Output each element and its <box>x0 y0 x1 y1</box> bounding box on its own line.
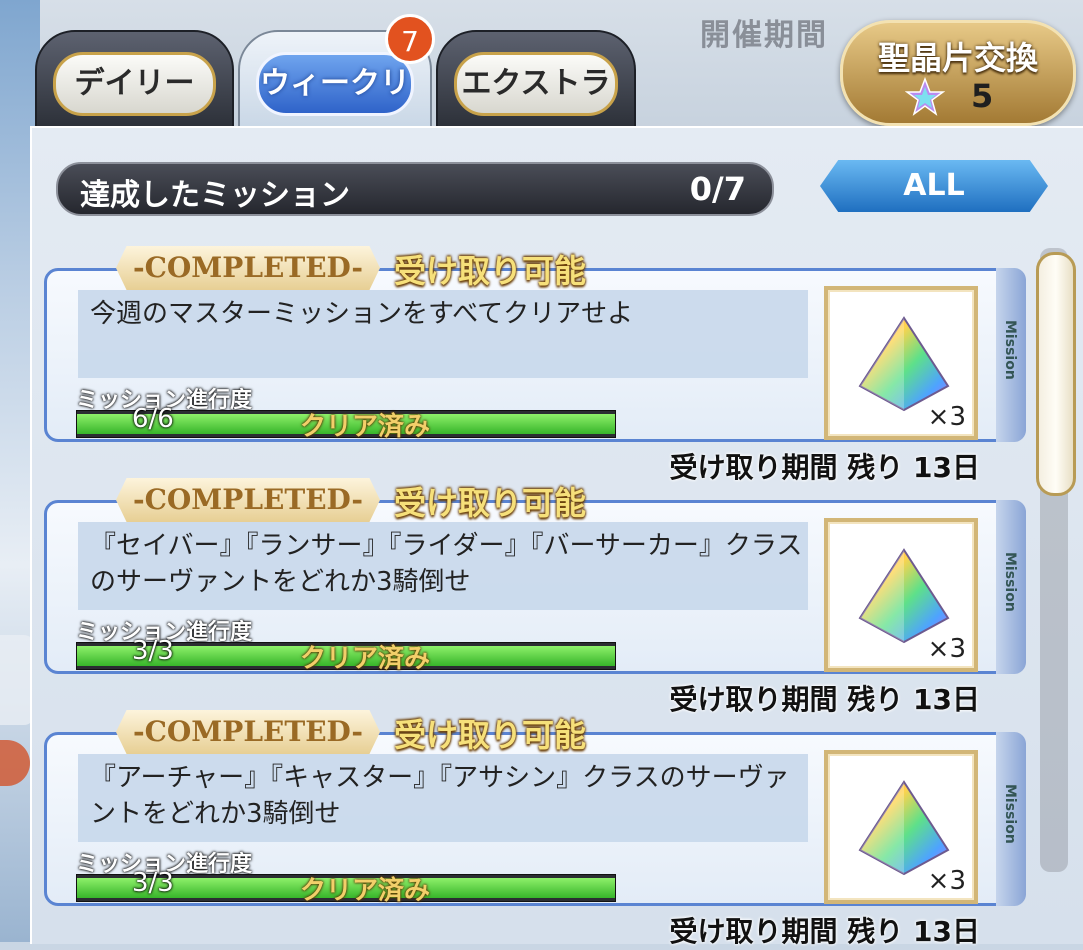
mission-card[interactable]: Mission 『セイバー』『ランサー』『ライダー』『バーサーカー』クラスのサー… <box>44 478 1026 716</box>
reward-item[interactable]: ×3 <box>824 750 978 904</box>
mission-description: 『アーチャー』『キャスター』『アサシン』クラスのサーヴァントをどれか3騎倒せ <box>90 763 790 829</box>
event-period-text: 開催期間 <box>700 18 828 53</box>
mission-description: 今週のマスターミッションをすべてクリアせよ <box>90 299 634 329</box>
reward-item[interactable]: ×3 <box>824 518 978 672</box>
tab-extra-label: エクストラ <box>454 52 618 116</box>
achieved-missions-bar: 達成したミッション 0/7 <box>56 162 774 216</box>
completed-banner: -COMPLETED- <box>116 710 380 754</box>
saint-quartz-icon <box>858 780 950 876</box>
mission-stripe-label: Mission <box>1002 784 1018 844</box>
progress-count: 6/6 <box>132 404 174 434</box>
filter-all-button[interactable]: ALL <box>820 160 1048 212</box>
weekly-count-badge: 7 <box>385 14 435 64</box>
progress-count: 3/3 <box>132 868 174 898</box>
achieved-label: 達成したミッション <box>80 178 350 213</box>
mission-card[interactable]: Mission 今週のマスターミッションをすべてクリアせよ -COMPLETED… <box>44 246 1026 484</box>
reward-quantity: ×3 <box>927 402 966 432</box>
saint-quartz-icon <box>858 548 950 644</box>
reward-quantity: ×3 <box>927 634 966 664</box>
saint-quartz-fragment-exchange-button[interactable]: 聖晶片交換 5 <box>840 20 1076 126</box>
mission-description: 『セイバー』『ランサー』『ライダー』『バーサーカー』クラスのサーヴァントをどれか… <box>90 531 803 597</box>
exchange-title: 聖晶片交換 <box>877 39 1038 77</box>
mission-card[interactable]: Mission 『アーチャー』『キャスター』『アサシン』クラスのサーヴァントをど… <box>44 710 1026 948</box>
progress-count: 3/3 <box>132 636 174 666</box>
saint-quartz-icon <box>858 316 950 412</box>
completed-banner: -COMPLETED- <box>116 246 380 290</box>
progress-status: クリア済み <box>300 876 431 906</box>
tab-extra[interactable]: エクストラ <box>436 30 636 130</box>
quartz-fragment-icon <box>905 77 945 116</box>
reward-quantity: ×3 <box>927 866 966 896</box>
reward-item[interactable]: ×3 <box>824 286 978 440</box>
tab-weekly-label: ウィークリー <box>256 52 414 159</box>
progress-status: クリア済み <box>300 644 431 674</box>
achieved-count: 0/7 <box>689 170 746 208</box>
background-side-panel <box>0 635 34 725</box>
mission-stripe-label: Mission <box>1002 320 1018 380</box>
tab-daily[interactable]: デイリー <box>35 30 234 130</box>
exchange-count: 5 <box>971 77 994 115</box>
claimable-label: 受け取り可能 <box>394 252 587 290</box>
claim-deadline: 受け取り期間 残り 13日 <box>669 915 980 948</box>
claimable-label: 受け取り可能 <box>394 484 587 522</box>
claimable-label: 受け取り可能 <box>394 716 587 754</box>
scrollbar-thumb[interactable] <box>1036 252 1076 496</box>
mission-stripe-label: Mission <box>1002 552 1018 612</box>
progress-status: クリア済み <box>300 412 431 442</box>
completed-banner: -COMPLETED- <box>116 478 380 522</box>
tab-daily-label: デイリー <box>53 52 216 116</box>
